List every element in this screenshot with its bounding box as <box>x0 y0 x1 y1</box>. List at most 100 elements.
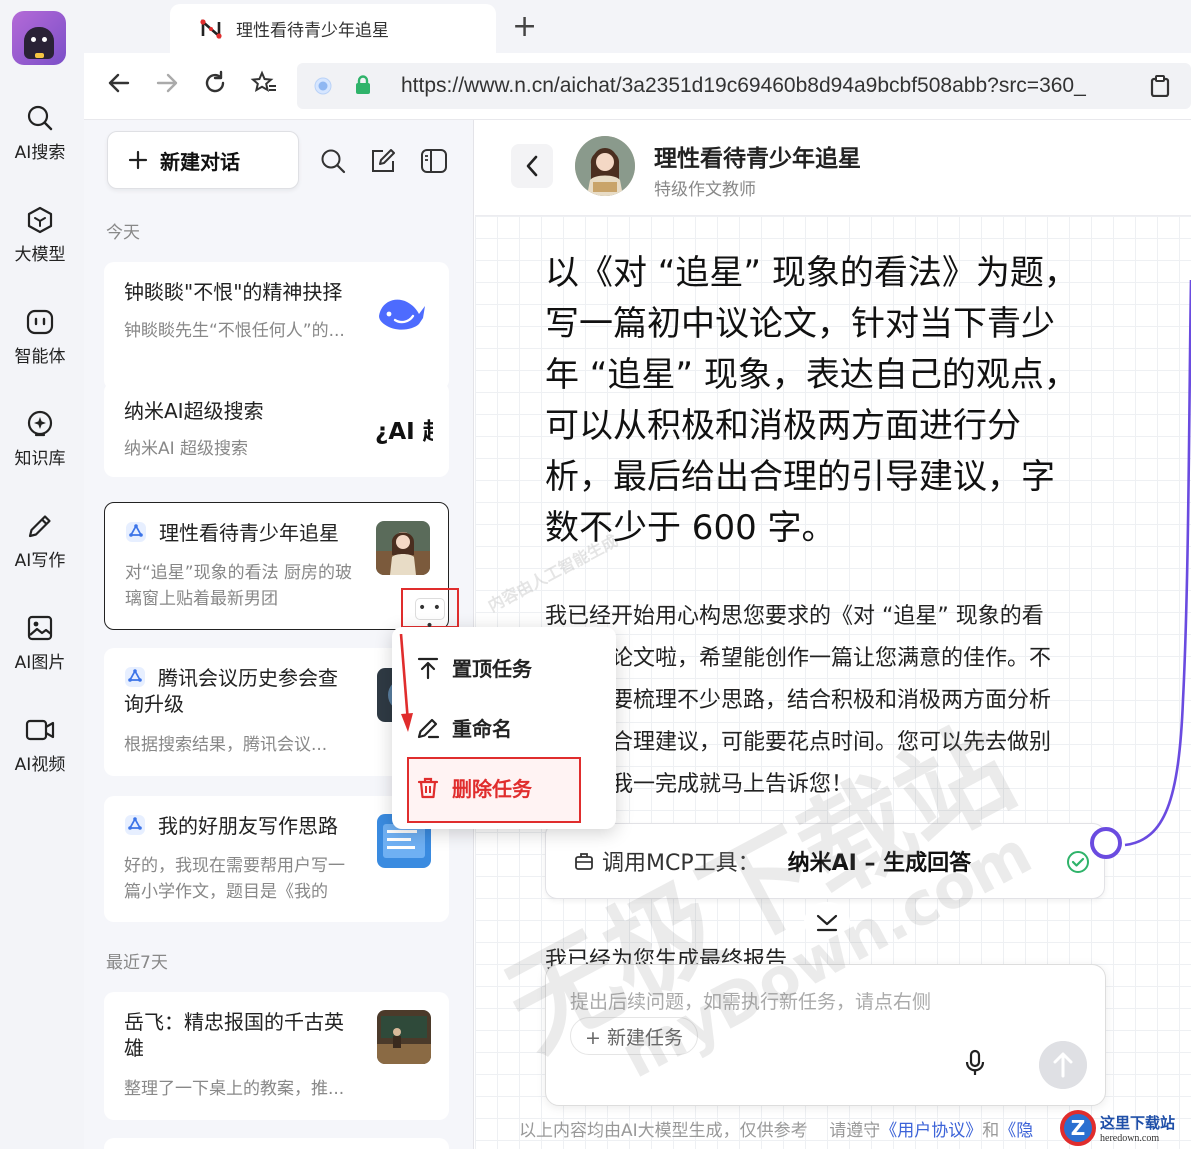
agent-badge-icon <box>125 815 145 835</box>
more-options-button[interactable]: • • • <box>401 588 459 634</box>
more-dots: • • • <box>415 598 445 634</box>
answer-line: 法》议论文啦，希望能创作一篇让您满意的佳作。不 <box>545 646 1052 671</box>
mcp-tool-card[interactable]: 调用MCP工具： 纳米AI – 生成回答 <box>545 823 1105 899</box>
knowledge-icon <box>27 410 53 437</box>
pen-icon <box>28 515 51 538</box>
footer-mid: 请遵守 <box>829 1121 881 1141</box>
flow-node <box>1090 827 1122 859</box>
back-arrow-icon[interactable] <box>106 70 132 96</box>
rail-item-writing[interactable]: AI写作 <box>0 512 80 571</box>
chat-item-title: 腾讯会议历史参会查 <box>124 665 338 691</box>
chat-item-title-line1: 岳飞：精忠报国的千古英 <box>124 1010 344 1034</box>
rail-item-video[interactable]: AI视频 <box>0 716 80 775</box>
back-icon[interactable] <box>511 144 553 188</box>
left-rail: AI搜索 大模型 智能体 知识库 AI写作 AI图片 AI视频 <box>0 0 84 1149</box>
footer-prefix: 以上内容均由AI大模型生成，仅供参考 <box>519 1121 808 1141</box>
context-menu: 置顶任务 重命名 删除任务 <box>392 627 616 829</box>
mcp-label: 调用MCP工具： <box>602 851 760 876</box>
bookmark-star-icon[interactable] <box>250 70 278 96</box>
question-line: 以《对 “追星” 现象的看法》为题， <box>545 253 1078 293</box>
chat-item-title-text: 理性看待青少年追星 <box>159 521 339 545</box>
rename-pen-icon <box>417 718 440 738</box>
new-chat-button[interactable]: 新建对话 <box>107 131 299 189</box>
chat-item-selected[interactable]: 理性看待青少年追星 对“追星”现象的看法 厨房的玻 璃窗上贴着最新男团 • • … <box>104 502 459 634</box>
question-line: 写一篇初中议论文，针对当下青少 <box>545 304 1055 344</box>
chat-title: 理性看待青少年追星 <box>654 146 861 172</box>
chat-input-placeholder[interactable]: 提出后续问题，如需执行新任务，请点右侧 <box>570 987 931 1014</box>
menu-label: 重命名 <box>452 717 512 741</box>
edit-icon[interactable] <box>370 148 396 174</box>
forward-arrow-icon[interactable] <box>154 70 180 96</box>
agent-badge-icon <box>126 522 146 542</box>
agent-avatar[interactable] <box>575 136 635 196</box>
lock-icon <box>356 75 370 94</box>
chat-item-title-text: 腾讯会议历史参会查 <box>158 666 338 690</box>
assistant-answer: 我已经开始用心构思您要求的《对 “追星” 现象的看 法》议论文啦，希望能创作一篇… <box>545 596 1105 806</box>
collapse-chevron-icon[interactable] <box>804 902 850 942</box>
plus-icon <box>128 150 148 170</box>
sidebar-toggle-icon[interactable] <box>420 148 448 174</box>
chat-item-subtitle: 钟睒睒先生“不恨任何人”的... <box>124 321 345 341</box>
chat-item[interactable]: 岳飞：精忠报国的千古英 雄 整理了一下桌上的教案，推... <box>104 992 449 1120</box>
user-question: 以《对 “追星” 现象的看法》为题， 写一篇初中议论文，针对当下青少 年 “追星… <box>545 248 1105 554</box>
question-line: 可以从积极和消极两方面进行分 <box>545 406 1021 446</box>
chat-item[interactable] <box>104 1138 449 1149</box>
chat-item-subtitle: 纳米AI 超级搜索 <box>124 439 249 459</box>
tab-title: 理性看待青少年追星 <box>236 21 389 41</box>
site-info-icon[interactable] <box>313 76 333 96</box>
menu-item-rename[interactable]: 重命名 <box>416 713 512 742</box>
send-arrow-icon[interactable] <box>1039 1041 1087 1089</box>
app-logo[interactable] <box>12 11 66 65</box>
flow-connector-line <box>1124 280 1191 847</box>
chat-item-subtitle-line2: 篇小学作文，题目是《我的 <box>124 882 328 902</box>
browser-tab[interactable]: 理性看待青少年追星 <box>170 4 496 53</box>
question-line: 数不少于 600 字。 <box>545 508 836 548</box>
rail-label: AI视频 <box>14 755 66 775</box>
chat-item[interactable]: 纳米AI超级搜索 纳米AI 超级搜索 ¿AI 超 <box>104 382 449 477</box>
new-task-button[interactable]: + 新建任务 <box>570 1017 698 1055</box>
chat-item-subtitle-line2: 璃窗上贴着最新男团 <box>125 589 278 609</box>
search-icon[interactable] <box>320 148 346 174</box>
rail-item-ai-search[interactable]: AI搜索 <box>0 104 80 163</box>
whale-icon <box>379 299 425 330</box>
rail-item-agents[interactable]: 智能体 <box>0 308 80 367</box>
rail-item-models[interactable]: 大模型 <box>0 206 80 265</box>
rail-item-knowledge[interactable]: 知识库 <box>0 410 80 469</box>
search-icon <box>27 105 53 131</box>
chat-header: 理性看待青少年追星 特级作文教师 <box>475 120 1191 216</box>
chat-item-title-line2: 询升级 <box>124 692 184 716</box>
chat-item-subtitle-line1: 对“追星”现象的看法 厨房的玻 <box>125 563 353 583</box>
rail-label: 知识库 <box>14 449 66 469</box>
new-tab-button[interactable]: + <box>512 12 537 42</box>
check-circle-icon <box>1067 851 1089 873</box>
chat-item[interactable]: 钟睒睒"不恨"的精神抉择 钟睒睒先生“不恨任何人”的... <box>104 262 449 390</box>
logo-eye-right <box>42 37 47 42</box>
microphone-icon[interactable] <box>964 1049 986 1077</box>
site-logo: Z 这里下载站 heredown.com <box>1060 1110 1175 1146</box>
video-icon <box>25 719 55 741</box>
classroom-thumb <box>377 1010 431 1064</box>
rail-item-images[interactable]: AI图片 <box>0 614 80 673</box>
site-logo-name: 这里下载站 <box>1100 1116 1176 1132</box>
mcp-value: 纳米AI – 生成回答 <box>787 851 972 876</box>
chat-item-title: 我的好朋友写作思路 <box>124 813 338 839</box>
chat-item-title: 理性看待青少年追星 <box>125 520 339 546</box>
menu-item-pin[interactable]: 置顶任务 <box>416 653 532 682</box>
menu-label: 删除任务 <box>452 777 532 801</box>
menu-item-delete[interactable]: 删除任务 <box>416 773 532 802</box>
cube-icon <box>27 206 53 234</box>
pin-top-icon <box>417 657 439 679</box>
reload-icon[interactable] <box>202 70 228 96</box>
image-icon <box>27 615 53 641</box>
rail-label: 智能体 <box>14 347 66 367</box>
favicon-icon <box>200 18 222 39</box>
chat-item-title: 纳米AI超级搜索 <box>124 399 264 423</box>
clipboard-icon[interactable] <box>1150 75 1170 97</box>
agent-badge-icon <box>125 667 145 687</box>
chat-input-box[interactable]: 提出后续问题，如需执行新任务，请点右侧 + 新建任务 <box>545 964 1106 1106</box>
url-text: https://www.n.cn/aichat/3a2351d19c69460b… <box>401 74 1086 97</box>
chat-item-subtitle: 整理了一下桌上的教案，推... <box>124 1079 345 1099</box>
user-agreement-link[interactable]: 《用户协议》 <box>880 1121 982 1141</box>
address-bar[interactable]: https://www.n.cn/aichat/3a2351d19c69460b… <box>297 63 1191 109</box>
privacy-link[interactable]: 《隐 <box>999 1121 1033 1141</box>
